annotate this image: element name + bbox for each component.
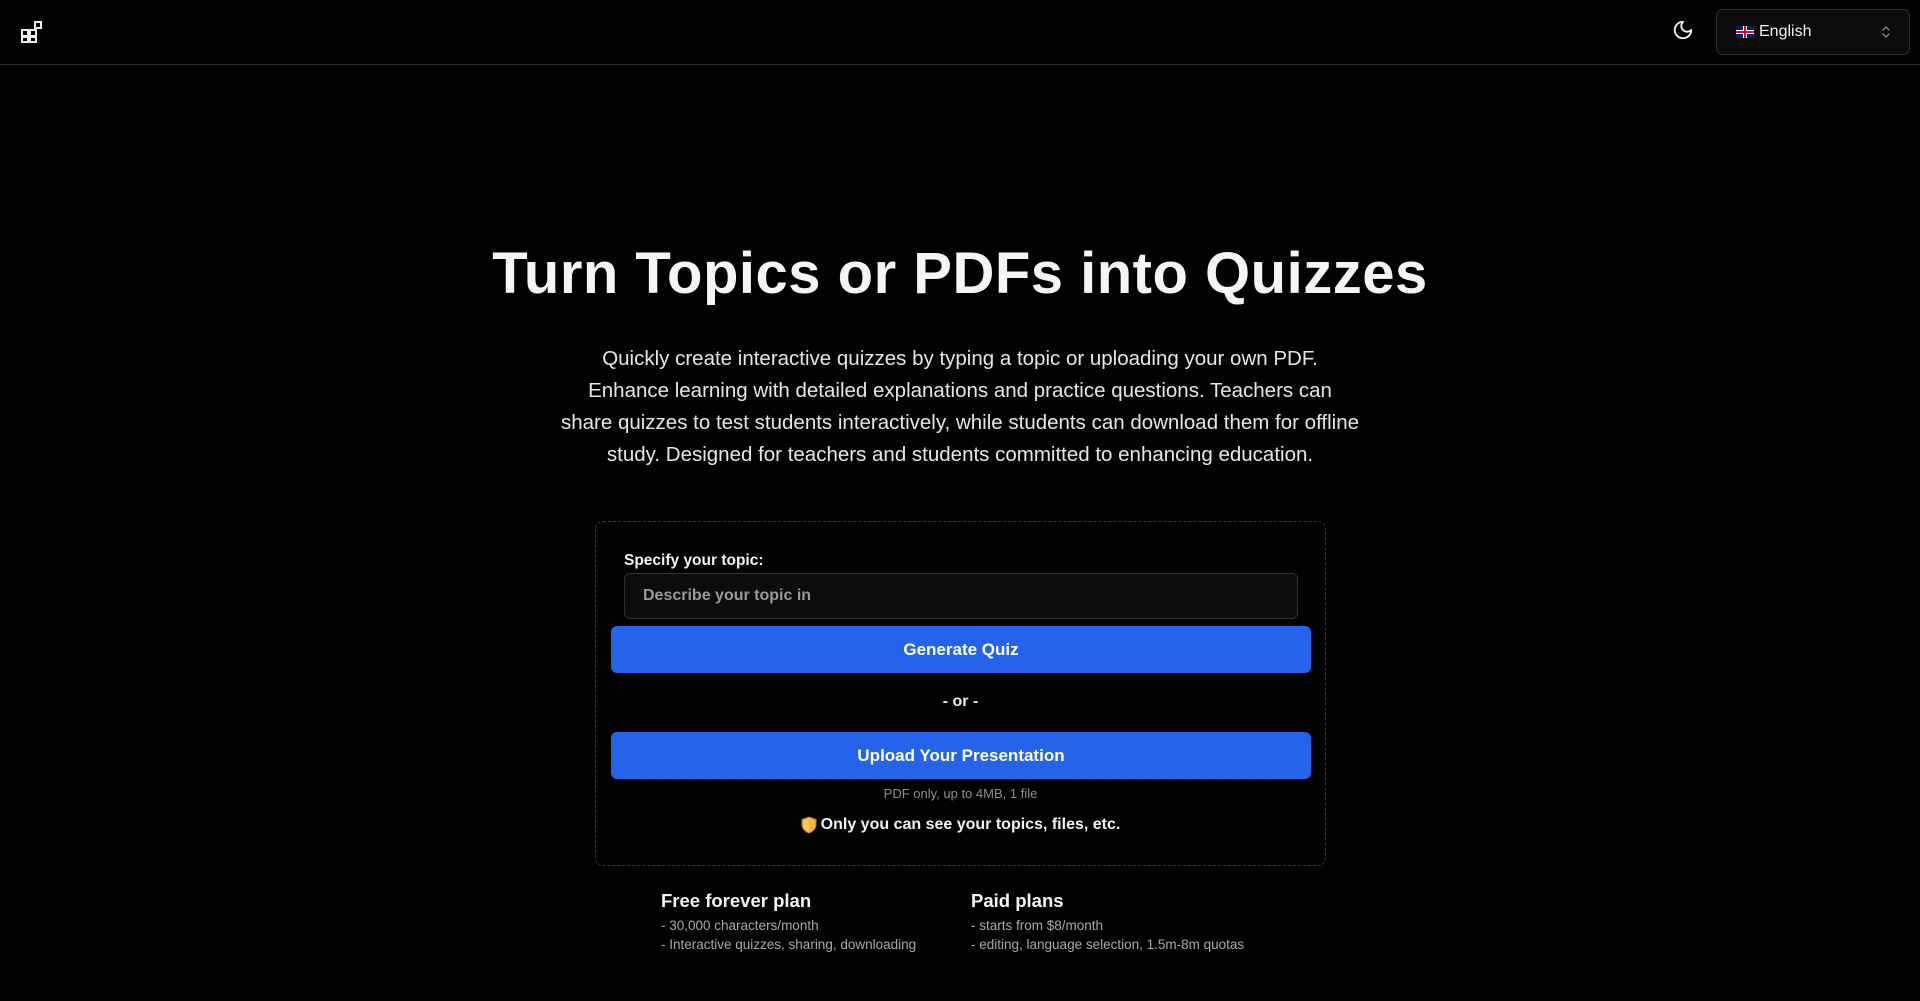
- paid-plan-info: Paid plans - starts from $8/month - edit…: [971, 890, 1244, 954]
- shield-icon: [801, 816, 817, 834]
- paid-plan-line: - starts from $8/month: [971, 918, 1104, 933]
- header-controls: English: [1668, 9, 1910, 55]
- quiz-form-card: Specify your topic: Generate Quiz - or -…: [595, 521, 1326, 866]
- privacy-notice: Only you can see your topics, files, etc…: [596, 816, 1325, 834]
- free-plan-line: - 30,000 characters/month: [661, 918, 819, 933]
- grid-blocks-icon[interactable]: [19, 19, 45, 45]
- paid-plan-title: Paid plans: [971, 890, 1064, 911]
- topic-input[interactable]: [624, 573, 1298, 619]
- page-description: Quickly create interactive quizzes by ty…: [560, 347, 1360, 466]
- free-plan-line: - Interactive quizzes, sharing, download…: [661, 937, 917, 952]
- page-title: Turn Topics or PDFs into Quizzes: [492, 241, 1428, 306]
- paid-plan-line: - editing, language selection, 1.5m-8m q…: [971, 937, 1245, 952]
- language-select[interactable]: English: [1716, 9, 1910, 55]
- moon-icon: [1672, 19, 1694, 46]
- language-current: English: [1736, 23, 1811, 41]
- upload-presentation-button[interactable]: Upload Your Presentation: [611, 732, 1311, 779]
- free-plan-title: Free forever plan: [661, 890, 812, 911]
- generate-quiz-button[interactable]: Generate Quiz: [611, 626, 1311, 673]
- upload-note: PDF only, up to 4MB, 1 file: [883, 786, 1038, 801]
- or-separator: - or -: [942, 693, 979, 710]
- language-label: English: [1759, 23, 1812, 40]
- topic-label: Specify your topic:: [624, 552, 764, 569]
- top-navbar: English: [0, 0, 1920, 65]
- uk-flag-icon: [1736, 26, 1754, 38]
- privacy-text: Only you can see your topics, files, etc…: [820, 816, 1121, 833]
- chevron-up-down-icon: [1881, 25, 1891, 39]
- theme-toggle-button[interactable]: [1668, 17, 1698, 47]
- free-plan-info: Free forever plan - 30,000 characters/mo…: [661, 890, 916, 954]
